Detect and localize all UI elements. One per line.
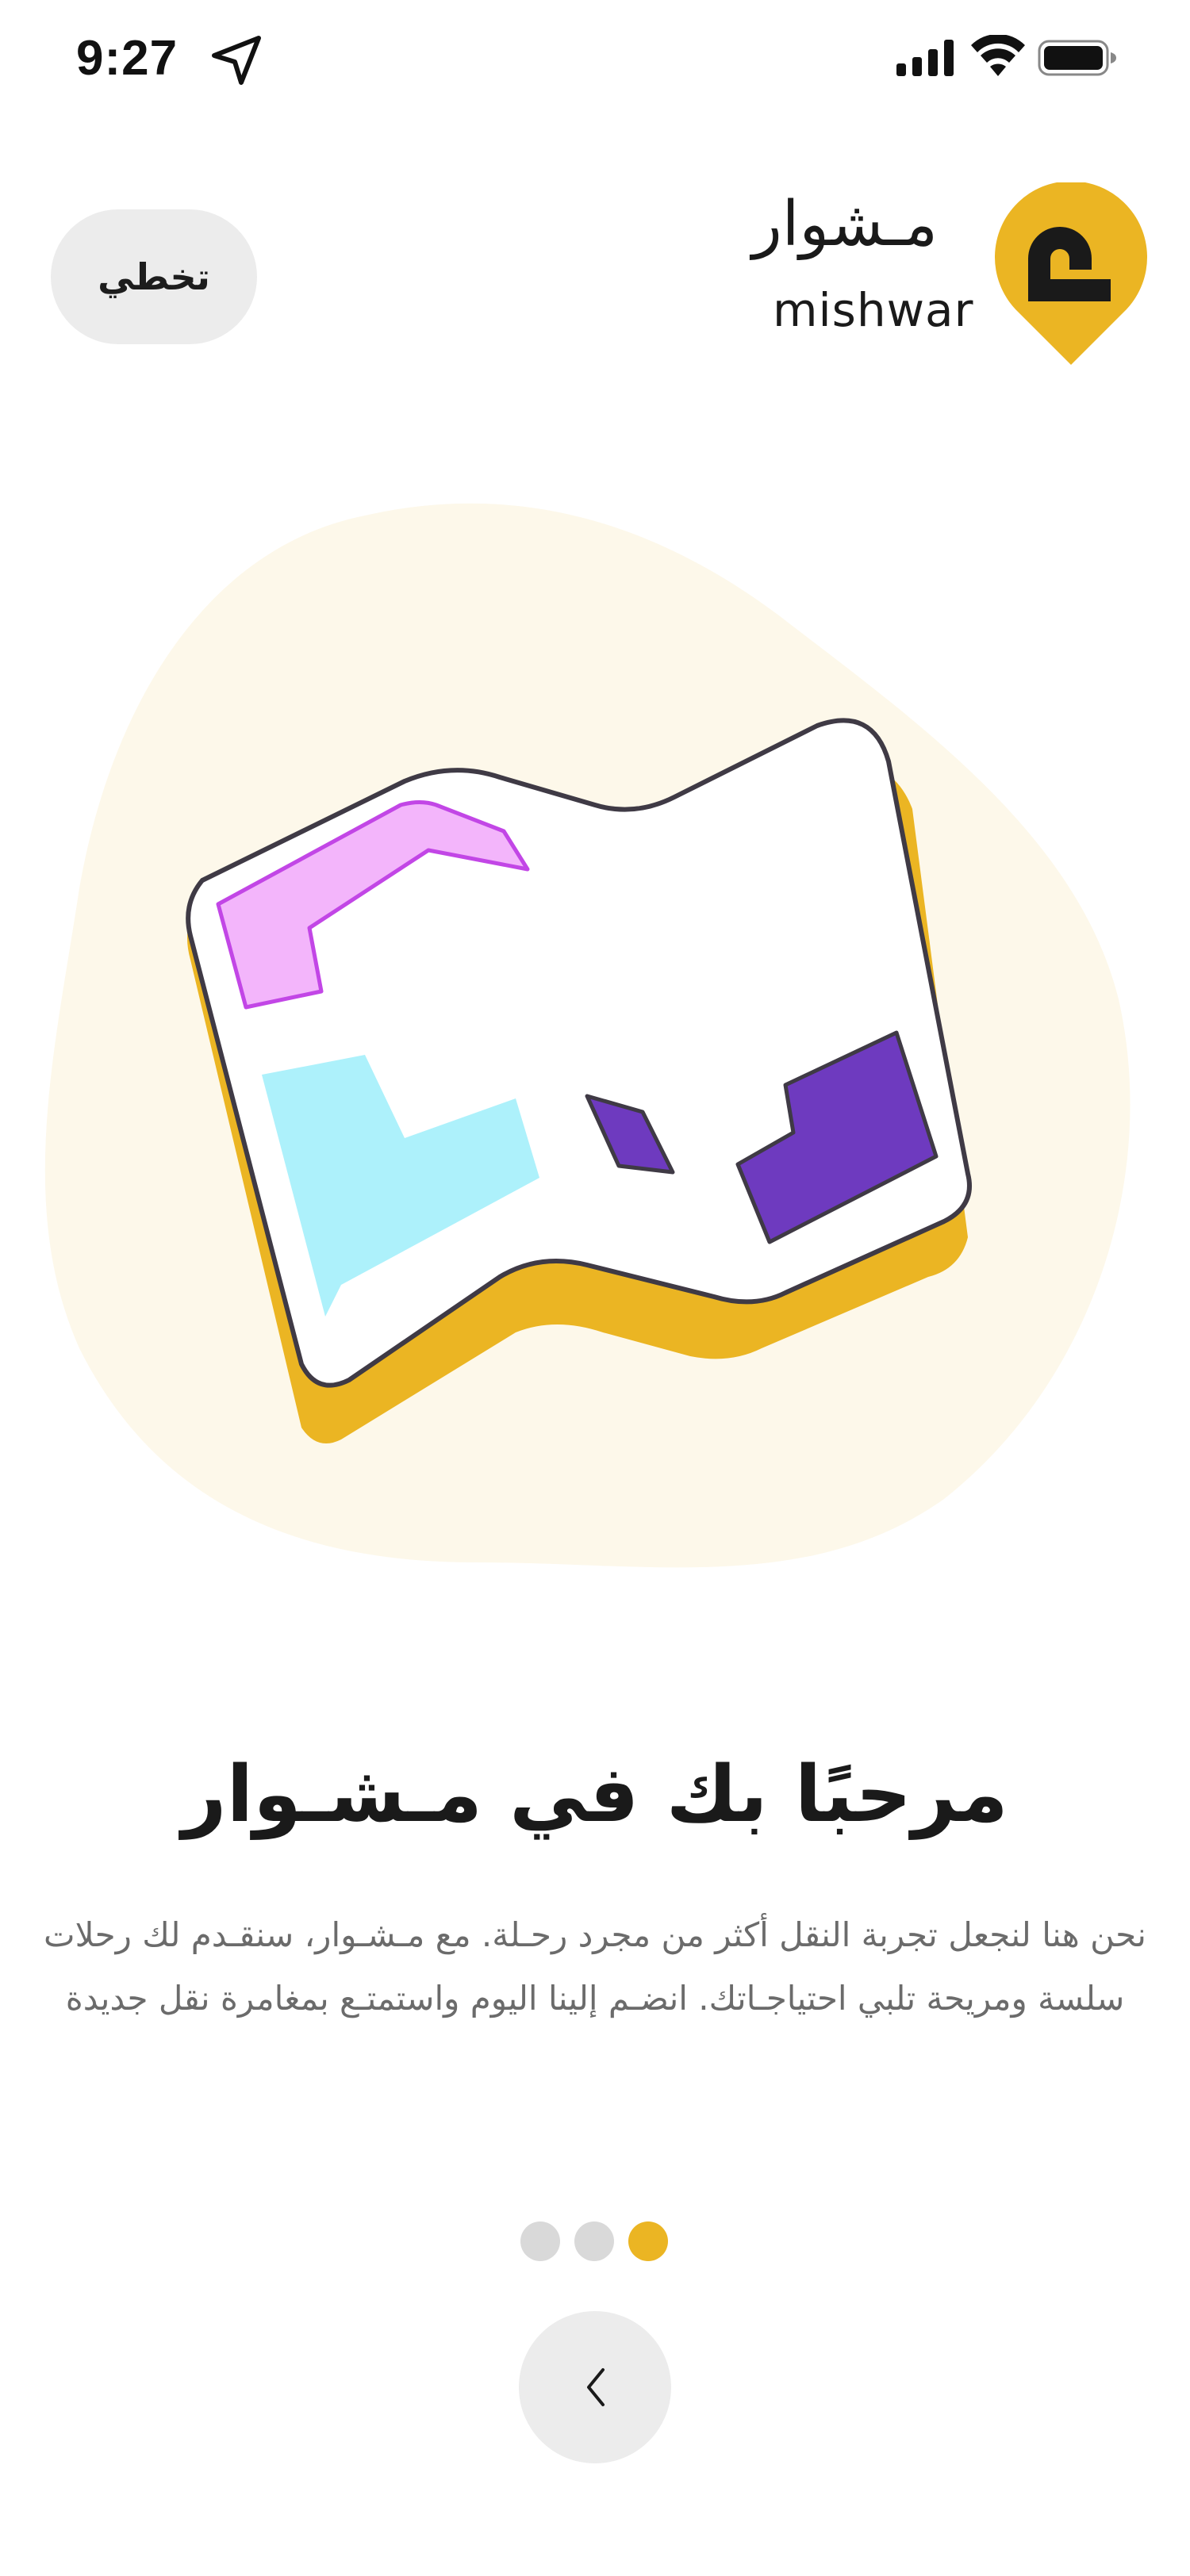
pagination-dot-3-active (628, 2221, 668, 2261)
location-arrow-icon (212, 36, 261, 85)
pagination-dots (520, 2221, 671, 2262)
status-bar: 9:27 (0, 0, 1190, 119)
chevron-left-icon (587, 2368, 605, 2406)
location-pin-logo-icon (995, 182, 1147, 365)
logo-text-arabic: مـشوار (752, 189, 938, 260)
welcome-title: مرحبًا بك في مـشـوار (182, 1750, 1008, 1840)
cellular-signal-icon (896, 40, 954, 76)
welcome-description: نحن هنا لنجعل تجربة النقل أكثر من مجرد ر… (44, 1915, 1146, 2018)
skip-button[interactable]: تخطي (51, 209, 257, 344)
mishwar-logo: مـشوار mishwar (752, 182, 1150, 365)
battery-icon (1038, 40, 1116, 76)
logo-text-english: mishwar (773, 283, 974, 337)
map-illustration (44, 503, 1130, 1568)
next-button[interactable] (519, 2311, 671, 2463)
wifi-icon (971, 35, 1025, 76)
pagination-dot-2 (574, 2221, 614, 2261)
pagination-dot-1 (520, 2221, 560, 2261)
status-time: 9:27 (76, 31, 178, 86)
